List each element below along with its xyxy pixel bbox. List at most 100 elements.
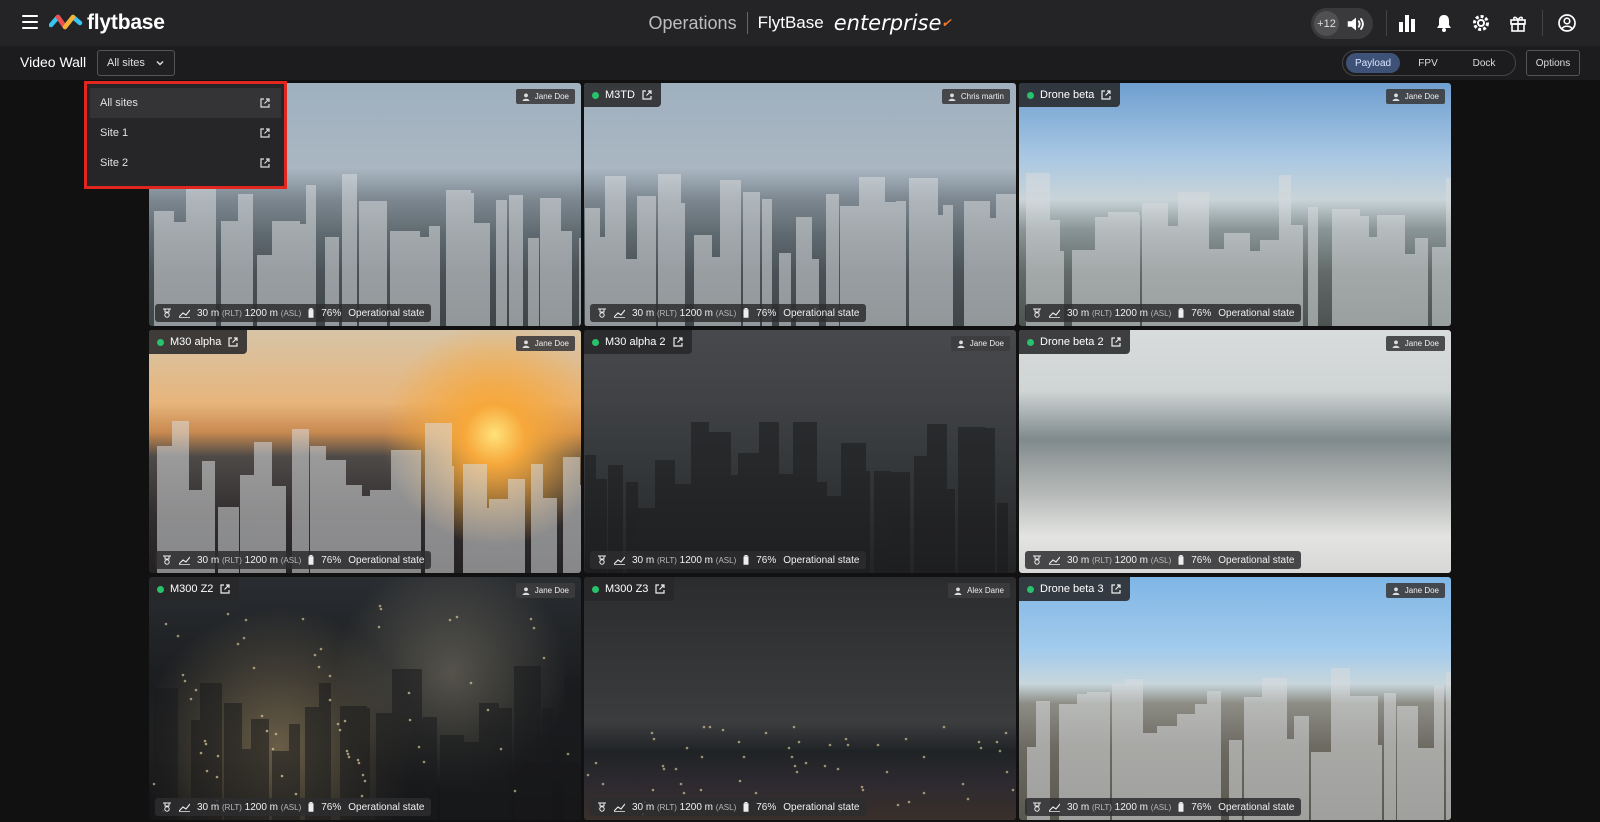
dropdown-item-label: Site 1 [100, 127, 129, 139]
bar-chart-icon[interactable] [1395, 11, 1419, 35]
operational-state: Operational state [348, 554, 425, 566]
dropdown-item-all-sites[interactable]: All sites [90, 88, 281, 118]
drone-icon [1032, 802, 1042, 812]
video-frame-graphic [157, 421, 581, 573]
external-link-icon[interactable] [1100, 89, 1112, 101]
asl-label: (ASL) [715, 555, 737, 565]
pilot-badge: Jane Doe [515, 583, 575, 598]
video-feed[interactable] [1019, 83, 1451, 326]
altitude-icon [614, 803, 625, 812]
rlt-label: (RLT) [657, 308, 677, 318]
rlt-label: (RLT) [222, 802, 242, 812]
person-icon [522, 587, 530, 595]
bell-icon[interactable] [1432, 11, 1456, 35]
telemetry-bar: 30 m (RLT) 1200 m (ASL) 76% Operational st… [590, 304, 867, 322]
pilot-badge: Jane Doe [1385, 89, 1445, 104]
pilot-name: Jane Doe [534, 92, 569, 101]
video-tile[interactable]: M300 Z2 Jane Doe 30 m (RLT) 1200 m (ASL) 76… [149, 577, 581, 820]
battery-level: 76% [756, 307, 777, 319]
pilot-name: Jane Doe [534, 586, 569, 595]
external-link-icon[interactable] [219, 583, 231, 595]
view-mode-payload[interactable]: Payload [1346, 53, 1401, 73]
gear-icon[interactable] [1469, 11, 1493, 35]
drone-name: M300 Z3 [605, 583, 649, 595]
asl-label: (ASL) [1150, 802, 1172, 812]
brand-name: FlytBase [757, 13, 824, 32]
speaker-icon[interactable] [1345, 13, 1367, 35]
video-tile[interactable]: M30 alpha Jane Doe 30 m (RLT) 1200 m (ASL)… [149, 330, 581, 573]
battery-level: 76% [1191, 307, 1212, 319]
altitude-rlt: 30 m (RLT) 1200 m (ASL) [1067, 801, 1172, 813]
video-tile[interactable]: M30 alpha 2 Jane Doe 30 m (RLT) 1200 m (AS… [584, 330, 1016, 573]
pilot-badge: Jane Doe [515, 336, 575, 351]
pilot-badge: Jane Doe [515, 89, 575, 104]
video-feed[interactable] [149, 330, 581, 573]
asl-label: (ASL) [1150, 555, 1172, 565]
drone-title-chip: Drone beta [1019, 83, 1121, 107]
drone-name: M30 alpha [170, 336, 222, 348]
telemetry-bar: 30 m (RLT) 1200 m (ASL) 76% Operational st… [155, 304, 432, 322]
external-link-icon[interactable] [1110, 336, 1122, 348]
person-icon [522, 340, 530, 348]
video-tile[interactable]: Drone beta 3 Jane Doe 30 m (RLT) 1200 m (A… [1019, 577, 1451, 820]
pilot-badge: Jane Doe [1385, 336, 1445, 351]
drone-icon [162, 555, 172, 565]
altitude-rlt: 30 m (RLT) 1200 m (ASL) [1067, 554, 1172, 566]
battery-icon [308, 308, 314, 318]
battery-icon [1178, 308, 1184, 318]
video-frame-graphic [585, 422, 1008, 573]
audio-counter-pill[interactable]: +12 [1311, 8, 1373, 39]
video-tile[interactable]: M3TD Chris martin 30 m (RLT) 1200 m (ASL) 7… [584, 83, 1016, 326]
altitude-rlt: 30 m (RLT) 1200 m (ASL) [632, 801, 737, 813]
video-feed[interactable] [1019, 330, 1451, 573]
flytbase-logo[interactable]: flytbase [49, 10, 165, 36]
video-feed[interactable] [584, 330, 1016, 573]
site-dropdown-menu: All sites Site 1 Site 2 [84, 81, 287, 189]
battery-level: 76% [321, 801, 342, 813]
video-tile[interactable]: M300 Z3 Alex Dane 30 m (RLT) 1200 m (ASL) 7… [584, 577, 1016, 820]
pilot-badge: Jane Doe [950, 336, 1010, 351]
dropdown-item-site-2[interactable]: Site 2 [90, 148, 281, 178]
view-mode-fpv[interactable]: FPV [1400, 53, 1456, 73]
external-link-icon[interactable] [641, 89, 653, 101]
site-filter-select[interactable]: All sites [97, 50, 175, 76]
view-mode-dock[interactable]: Dock [1456, 53, 1512, 73]
external-link-icon[interactable] [227, 336, 239, 348]
video-feed[interactable] [149, 577, 581, 820]
page-section-title: Operations [648, 12, 737, 33]
external-link-icon[interactable] [672, 336, 684, 348]
video-feed[interactable] [584, 83, 1016, 326]
user-circle-icon[interactable] [1555, 11, 1579, 35]
video-feed[interactable] [584, 577, 1016, 820]
video-tile[interactable]: Drone beta 2 Jane Doe 30 m (RLT) 1200 m (A… [1019, 330, 1451, 573]
page-title: Video Wall [20, 54, 87, 70]
pilot-name: Jane Doe [1404, 586, 1439, 595]
battery-level: 76% [321, 307, 342, 319]
video-feed[interactable] [1019, 577, 1451, 820]
external-link-icon[interactable] [654, 583, 666, 595]
battery-icon [1178, 555, 1184, 565]
pilot-name: Jane Doe [534, 339, 569, 348]
telemetry-bar: 30 m (RLT) 1200 m (ASL) 76% Operational st… [590, 551, 867, 569]
battery-level: 76% [1191, 554, 1212, 566]
asl-label: (ASL) [280, 308, 302, 318]
dropdown-item-site-1[interactable]: Site 1 [90, 118, 281, 148]
altitude-rlt: 30 m (RLT) 1200 m (ASL) [197, 801, 302, 813]
drone-icon [1032, 308, 1042, 318]
options-button[interactable]: Options [1526, 50, 1580, 76]
dropdown-item-label: Site 2 [100, 157, 129, 169]
drone-title-chip: M30 alpha [149, 330, 248, 354]
person-icon [954, 587, 962, 595]
dropdown-item-label: All sites [100, 97, 138, 109]
external-link-icon[interactable] [259, 157, 271, 169]
video-tile[interactable]: Drone beta Jane Doe 30 m (RLT) 1200 m (ASL… [1019, 83, 1451, 326]
hamburger-icon[interactable] [22, 15, 38, 29]
external-link-icon[interactable] [259, 127, 271, 139]
external-link-icon[interactable] [1110, 583, 1122, 595]
battery-level: 76% [1191, 801, 1212, 813]
gift-icon[interactable] [1506, 11, 1530, 35]
altitude-icon [1049, 309, 1060, 318]
person-icon [1392, 93, 1400, 101]
external-link-icon[interactable] [259, 97, 271, 109]
altitude-icon [614, 309, 625, 318]
